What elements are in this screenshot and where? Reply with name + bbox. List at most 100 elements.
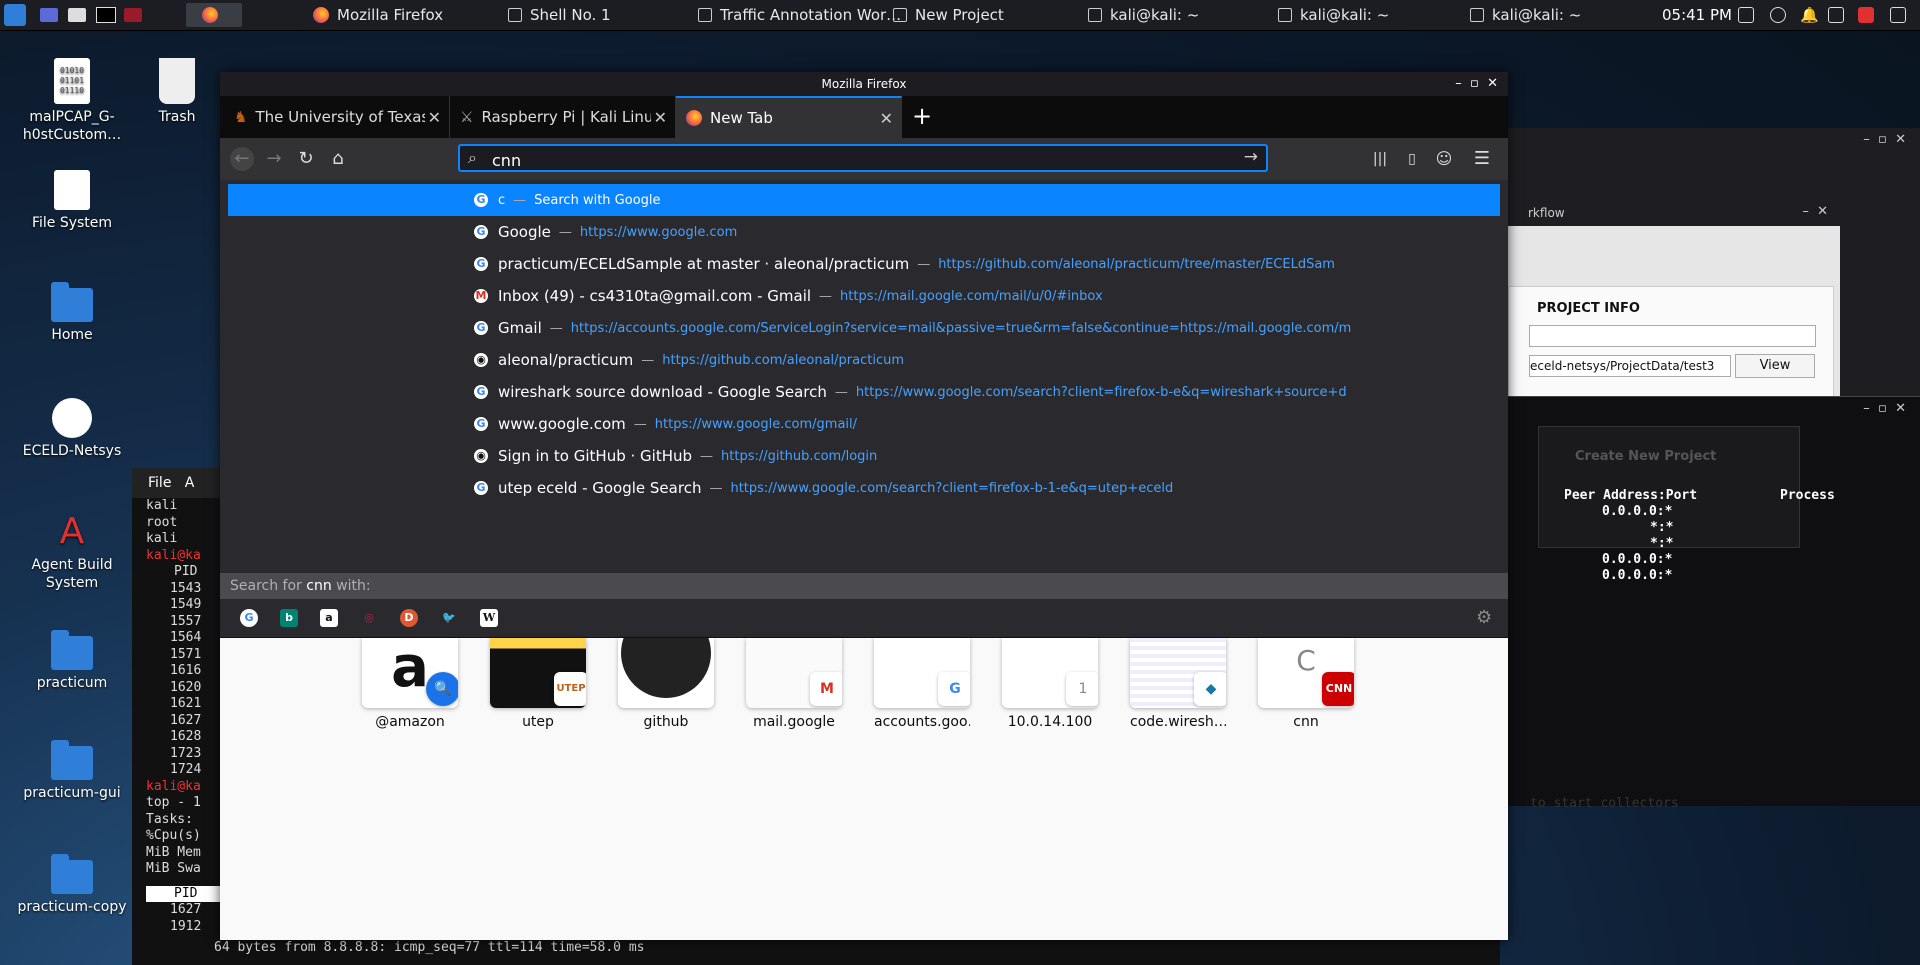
back-icon[interactable]: ← xyxy=(230,147,254,171)
project-path-field[interactable]: eceld-netsys/ProjectData/test3 xyxy=(1529,355,1731,377)
bottom-terminal[interactable]: 64 bytes from 8.8.8.8: icmp_seq=77 ttl=1… xyxy=(200,940,1500,965)
new-tab-icon[interactable]: + xyxy=(912,102,932,130)
utep-thumbnail: UTEP xyxy=(490,638,586,708)
file-manager-icon[interactable] xyxy=(68,3,86,27)
wikipedia-engine-icon[interactable]: W xyxy=(480,609,498,627)
duckduckgo-engine-icon[interactable]: D xyxy=(400,609,418,627)
suggestion-title: Inbox (49) - cs4310ta@gmail.com - Gmail xyxy=(498,287,812,305)
amazon-engine-icon[interactable]: a xyxy=(320,609,338,627)
home-folder-icon xyxy=(51,282,93,322)
top-site-github[interactable]: github xyxy=(618,638,714,730)
desktop-icon-home[interactable]: Home xyxy=(12,282,132,344)
desktop-icon-practicum[interactable]: practicum xyxy=(12,630,132,692)
top-site-label: 10.0.14.100 xyxy=(1007,714,1093,730)
menu-file[interactable]: File xyxy=(148,475,171,491)
tab-label: New Tab xyxy=(710,109,773,127)
desktop-icon-eceld[interactable]: ECELD-Netsys xyxy=(12,398,132,460)
task-terminal-2[interactable]: kali@kali: ~ xyxy=(1270,0,1389,30)
desktop-icon-practicum-copy[interactable]: practicum-copy xyxy=(12,854,132,916)
suggestion-row[interactable]: ◉ aleonal/practicum — https://github.com… xyxy=(228,344,1500,376)
top-site-code-wireshark[interactable]: ◆ code.wiresh… xyxy=(1130,638,1226,730)
twitter-engine-icon[interactable]: 🐦 xyxy=(440,609,458,627)
menu-a[interactable]: A xyxy=(185,475,195,491)
top-site-10-0-14-100[interactable]: 1 10.0.14.100 xyxy=(1002,638,1098,730)
suggestion-row[interactable]: G www.google.com — https://www.google.co… xyxy=(228,408,1500,440)
url-bar[interactable]: ⌕ → xyxy=(458,144,1268,172)
lock-icon[interactable] xyxy=(1890,7,1906,23)
task-label: Traffic Annotation Wor… xyxy=(720,6,902,24)
notification-bell-icon[interactable]: 🔔 xyxy=(1800,7,1819,23)
google-engine-icon[interactable]: G xyxy=(240,609,258,627)
task-firefox[interactable]: Mozilla Firefox xyxy=(305,0,443,30)
sidebar-icon[interactable]: ▯ xyxy=(1400,147,1424,171)
search-settings-gear-icon[interactable]: ⚙ xyxy=(1476,607,1492,628)
firefox-window-controls[interactable]: – ▫ ✕ xyxy=(1455,76,1498,91)
top-site-cnn[interactable]: C CNN cnn xyxy=(1258,638,1354,730)
terminal-icon[interactable] xyxy=(96,3,116,27)
desktop-icon-practicum-gui[interactable]: practicum-gui xyxy=(12,740,132,802)
url-input[interactable] xyxy=(490,149,1234,171)
desktop-icon-trash[interactable]: Trash xyxy=(117,58,237,126)
suggestion-row[interactable]: G c — Search with Google xyxy=(228,184,1500,216)
power-icon[interactable] xyxy=(1858,7,1874,23)
tab-new-tab[interactable]: New Tab ✕ xyxy=(676,96,902,138)
top-site-amazon[interactable]: a 🔍 @amazon xyxy=(362,638,458,730)
suggestion-row[interactable]: ◉ Sign in to GitHub · GitHub — https://g… xyxy=(228,440,1500,472)
reload-icon[interactable]: ↻ xyxy=(294,147,318,171)
google-badge-icon: G xyxy=(938,672,970,706)
task-shell[interactable]: Shell No. 1 xyxy=(500,0,611,30)
desktop-icon-label: Home xyxy=(51,327,93,343)
clock[interactable]: 05:41 PM xyxy=(1662,6,1732,24)
volume-icon[interactable] xyxy=(1770,7,1786,23)
top-site-accounts-google[interactable]: G accounts.goo… xyxy=(874,638,970,730)
suggestion-row[interactable]: G practicum/ECELdSample at master · aleo… xyxy=(228,248,1500,280)
tab-raspberry-pi[interactable]: ⚔ Raspberry Pi | Kali Linux I ✕ xyxy=(450,96,676,138)
top-site-utep[interactable]: UTEP utep xyxy=(490,638,586,730)
close-tab-icon[interactable]: ✕ xyxy=(654,108,667,127)
bing-engine-icon[interactable]: b xyxy=(280,609,298,627)
screenshot-icon[interactable] xyxy=(124,3,142,27)
terminal-window-controls[interactable]: – ▫ ✕ xyxy=(1863,401,1906,416)
suggestion-row[interactable]: M Inbox (49) - cs4310ta@gmail.com - Gmai… xyxy=(228,280,1500,312)
folder-icon xyxy=(51,630,93,670)
suggestion-title: wireshark source download - Google Searc… xyxy=(498,383,827,401)
battery-icon[interactable] xyxy=(1828,7,1844,23)
close-tab-icon[interactable]: ✕ xyxy=(880,109,893,128)
home-icon[interactable]: ⌂ xyxy=(326,147,350,171)
wireshark-thumbnail: ◆ xyxy=(1130,638,1226,708)
wireshark-badge-icon: ◆ xyxy=(1194,672,1226,706)
task-traffic-annotation[interactable]: Traffic Annotation Wor… xyxy=(690,0,901,30)
background-terminal[interactable]: File A kali root kali kali@ka PID 1543 1… xyxy=(132,468,234,965)
go-arrow-icon[interactable]: → xyxy=(1244,147,1258,167)
view-button[interactable]: View xyxy=(1735,354,1815,378)
suggestion-row[interactable]: G Gmail — https://accounts.google.com/Se… xyxy=(228,312,1500,344)
tab-utexas[interactable]: ♞ The University of Texas a ✕ xyxy=(224,96,450,138)
show-desktop-icon[interactable] xyxy=(40,3,58,27)
suggestion-row[interactable]: G utep eceld - Google Search — https://w… xyxy=(228,472,1500,504)
ping-output: 64 bytes from 8.8.8.8: icmp_seq=77 ttl=1… xyxy=(214,940,645,955)
task-terminal-3[interactable]: kali@kali: ~ xyxy=(1462,0,1581,30)
suggestion-title: Sign in to GitHub · GitHub xyxy=(498,447,693,465)
terminal-icon xyxy=(1088,8,1102,22)
desktop-icon-malpcap[interactable]: 01010 01101 01110 malPCAP_G-h0stCustom… xyxy=(12,58,132,144)
task-new-project[interactable]: New Project xyxy=(885,0,1004,30)
workflow-window-controls[interactable]: – ✕ xyxy=(1802,204,1828,219)
top-site-mail-google[interactable]: M mail.google xyxy=(746,638,842,730)
desktop-icon-file-system[interactable]: File System xyxy=(12,170,132,232)
account-icon[interactable]: ☺ xyxy=(1432,147,1456,171)
menu-icon[interactable]: ☰ xyxy=(1470,147,1494,171)
suggestion-row[interactable]: G wireshark source download - Google Sea… xyxy=(228,376,1500,408)
project-name-field[interactable] xyxy=(1529,325,1816,347)
suggestion-row[interactable]: G Google — https://www.google.com xyxy=(228,216,1500,248)
firefox-launcher[interactable] xyxy=(186,3,242,27)
utep-badge-icon: UTEP xyxy=(554,672,586,706)
desktop-icon-agent-build[interactable]: A Agent Build System xyxy=(12,512,132,592)
display-icon[interactable] xyxy=(1738,7,1754,23)
task-terminal-1[interactable]: kali@kali: ~ xyxy=(1080,0,1199,30)
library-icon[interactable]: ||| xyxy=(1368,147,1392,171)
close-tab-icon[interactable]: ✕ xyxy=(428,108,441,127)
window-controls[interactable]: – ▫ ✕ xyxy=(1863,132,1906,147)
forward-icon[interactable]: → xyxy=(262,147,286,171)
kali-menu-icon[interactable] xyxy=(4,3,26,27)
ebay-engine-icon[interactable]: ◎ xyxy=(360,609,378,627)
